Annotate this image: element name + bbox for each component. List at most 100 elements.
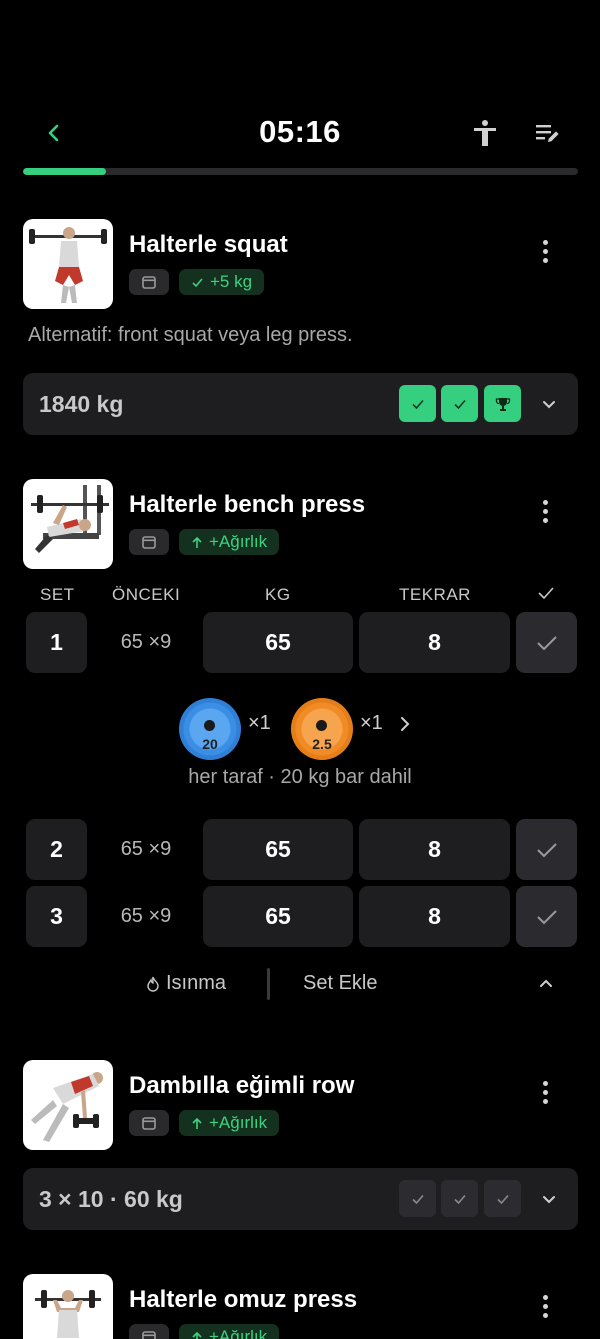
edit-list-icon [536, 125, 559, 142]
arrow-up-icon [192, 536, 202, 548]
history-chip[interactable] [129, 1110, 169, 1136]
set-number[interactable]: 2 [26, 819, 87, 880]
summary-plan: 3 × 10 · 60 kg [39, 1185, 183, 1212]
kg-input[interactable]: 65 [203, 612, 353, 673]
column-header-done [537, 585, 555, 606]
exercise-title[interactable]: Halterle bench press [129, 491, 365, 519]
exercise-menu-button[interactable] [529, 1290, 561, 1322]
shoulder-press-illustration [35, 1290, 101, 1338]
calendar-icon [142, 1331, 156, 1339]
check-icon [411, 399, 424, 409]
plate-calculator[interactable]: 20 ×1 2.5 ×1 [0, 696, 600, 760]
check-icon [411, 1194, 424, 1204]
workout-timer: 05:16 [259, 114, 341, 149]
reps-input[interactable]: 8 [359, 886, 510, 947]
check-icon [496, 1194, 509, 1204]
workout-progress-bar [23, 168, 578, 175]
reps-input[interactable]: 8 [359, 819, 510, 880]
trophy-icon [495, 397, 510, 411]
chevron-up-icon [540, 979, 552, 987]
plate-details-button[interactable] [398, 716, 412, 737]
warmup-label: Isınma [166, 972, 227, 994]
plate-count: ×1 [248, 712, 271, 734]
warmup-button[interactable]: Isınma [146, 972, 226, 995]
exercise-thumbnail[interactable] [23, 1060, 113, 1150]
calendar-icon [142, 276, 156, 289]
exercise-summary-card[interactable]: 3 × 10 · 60 kg [23, 1168, 578, 1230]
check-icon [536, 842, 557, 857]
progression-badge-label: +Ağırlık [209, 532, 268, 551]
plate-count: ×1 [360, 712, 383, 734]
exercise-chips: +Ağırlık [129, 529, 280, 555]
exercise-card-shoulder-press: Halterle omuz press +Ağırlık [23, 1274, 578, 1339]
exercise-card-row: Dambılla eğimli row +Ağırlık [23, 1060, 578, 1152]
more-vertical-icon [542, 239, 548, 245]
expand-button[interactable] [533, 388, 565, 420]
exercise-card-bench: Halterle bench press +Ağırlık [23, 479, 578, 571]
set-status-pr [484, 385, 521, 422]
exercise-chips: +5 kg [129, 269, 265, 295]
complete-set-button[interactable] [516, 612, 577, 673]
kg-input[interactable]: 65 [203, 886, 353, 947]
expand-button[interactable] [533, 1183, 565, 1215]
exercise-note: Alternatif: front squat veya leg press. [28, 324, 353, 346]
add-set-button[interactable]: Set Ekle [303, 972, 377, 995]
exercise-thumbnail[interactable] [23, 1274, 113, 1339]
complete-set-button[interactable] [516, 886, 577, 947]
kg-input[interactable]: 65 [203, 819, 353, 880]
progression-badge: +5 kg [179, 269, 265, 295]
exercise-thumbnail[interactable] [23, 219, 113, 309]
check-icon [538, 587, 554, 600]
calendar-icon [142, 1117, 156, 1130]
column-header-kg: KG [265, 585, 291, 604]
exercise-title[interactable]: Halterle squat [129, 231, 288, 259]
chevron-down-icon [543, 1196, 555, 1204]
progression-badge: +Ağırlık [179, 1324, 280, 1339]
dumbbell-row-illustration [31, 1072, 103, 1142]
edit-notes-button[interactable] [530, 116, 564, 150]
previous-value[interactable]: 65 ×9 [100, 886, 192, 947]
progression-badge-label: +Ağırlık [209, 1113, 268, 1132]
exercise-menu-button[interactable] [529, 235, 561, 267]
arrow-up-icon [192, 1117, 202, 1129]
chevron-down-icon [543, 401, 555, 409]
set-status-done [441, 385, 478, 422]
plate-weight: 20 [202, 736, 218, 752]
column-header-previous: ÖNCEKI [112, 585, 181, 604]
exercise-menu-button[interactable] [529, 495, 561, 527]
check-icon [453, 1194, 466, 1204]
history-chip[interactable] [129, 529, 169, 555]
exercise-menu-button[interactable] [529, 1076, 561, 1108]
column-header-set: SET [40, 585, 75, 604]
history-chip[interactable] [129, 269, 169, 295]
exercise-chips: +Ağırlık [129, 1324, 280, 1339]
set-number[interactable]: 1 [26, 612, 87, 673]
summary-volume: 1840 kg [39, 390, 124, 417]
column-header-reps: TEKRAR [399, 585, 471, 604]
exercise-card-squat: Halterle squat +5 kg [23, 219, 578, 319]
body-map-button[interactable] [468, 116, 502, 150]
history-chip[interactable] [129, 1324, 169, 1339]
progression-badge-label: +5 kg [210, 272, 253, 291]
collapse-button[interactable] [530, 968, 562, 1000]
set-status-pending [484, 1180, 521, 1217]
more-vertical-icon [542, 1080, 548, 1086]
set-number[interactable]: 3 [26, 886, 87, 947]
reps-input[interactable]: 8 [359, 612, 510, 673]
more-vertical-icon [542, 499, 548, 505]
progression-badge-label: +Ağırlık [209, 1327, 268, 1339]
exercise-thumbnail[interactable] [23, 479, 113, 569]
exercise-title[interactable]: Halterle omuz press [129, 1286, 357, 1314]
set-actions: Isınma Set Ekle [0, 966, 600, 1004]
plate-2-5: 2.5 [291, 698, 353, 760]
previous-value[interactable]: 65 ×9 [100, 819, 192, 880]
progression-badge: +Ağırlık [179, 529, 280, 555]
exercise-title[interactable]: Dambılla eğimli row [129, 1072, 354, 1100]
check-icon [192, 277, 203, 287]
squat-illustration [29, 227, 107, 303]
plate-weight: 2.5 [312, 736, 332, 752]
previous-value[interactable]: 65 ×9 [100, 612, 192, 673]
complete-set-button[interactable] [516, 819, 577, 880]
exercise-chips: +Ağırlık [129, 1110, 280, 1136]
exercise-summary-card[interactable]: 1840 kg [23, 373, 578, 435]
